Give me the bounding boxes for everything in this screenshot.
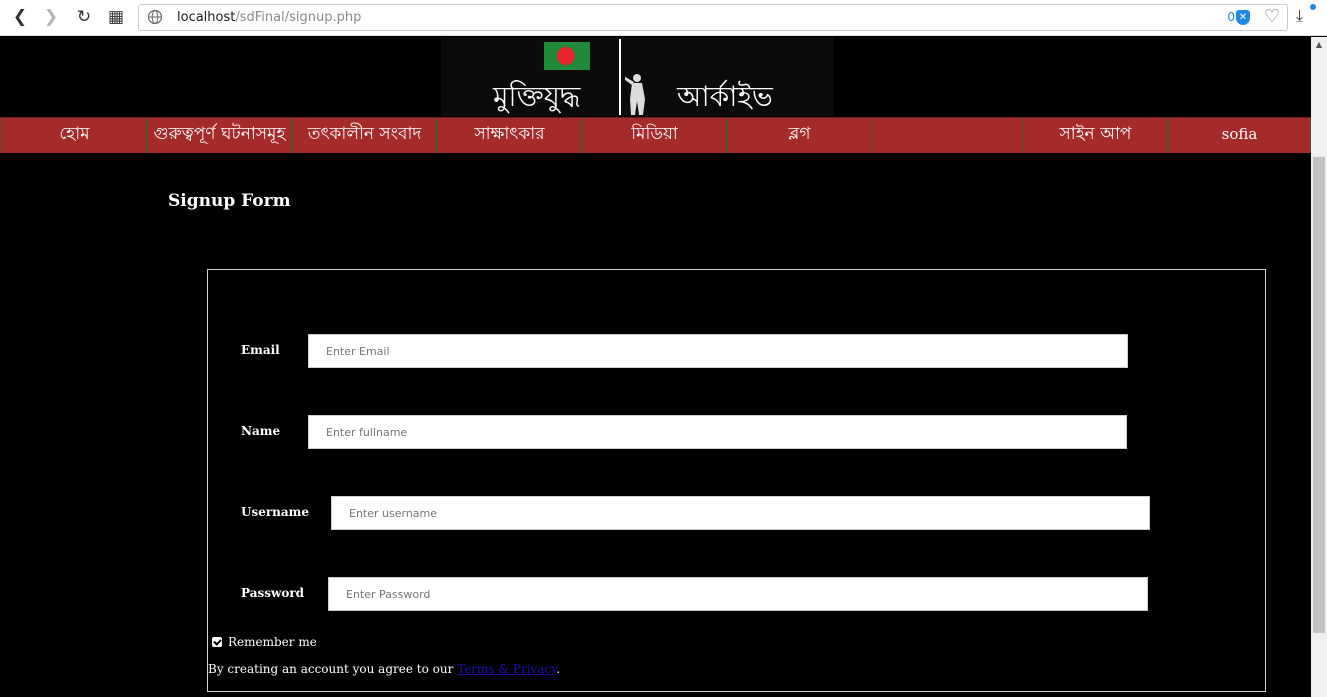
reload-icon[interactable]: ↻: [73, 6, 95, 28]
menu-item-signup[interactable]: সাইন আপ: [1023, 118, 1168, 153]
email-label: Email: [241, 343, 280, 357]
terms-privacy-link[interactable]: Terms & Privacy: [457, 662, 556, 676]
bangladesh-flag-icon: [544, 42, 590, 70]
extension-count: 0: [1227, 10, 1235, 24]
main-menu: হোম গুরুত্বপূর্ণ ঘটনাসমূহ তৎকালীন সংবাদ …: [0, 117, 1311, 153]
flagpole: [619, 39, 621, 115]
signup-form: Email Name Username Password Remember me…: [207, 269, 1266, 692]
shield-icon[interactable]: ✕: [1236, 10, 1250, 25]
menu-item-home[interactable]: হোম: [2, 118, 147, 153]
banner-title-right: আর্কাইভ: [677, 80, 773, 113]
scroll-up-icon[interactable]: ▲: [1311, 37, 1327, 53]
back-icon[interactable]: ❮: [9, 6, 31, 28]
username-label: Username: [241, 505, 310, 519]
menu-item-contemporary-news[interactable]: তৎকালীন সংবাদ: [292, 118, 437, 153]
address-bar[interactable]: localhost/sdFinal/signup.php 0 ✕ ♡: [138, 4, 1288, 31]
url-path: /sdFinal/signup.php: [235, 10, 362, 25]
url-host: localhost: [177, 10, 236, 25]
name-field[interactable]: [308, 415, 1127, 449]
menu-item-interviews[interactable]: সাক্ষাৎকার: [437, 118, 582, 153]
terms-prefix: By creating an account you agree to our: [208, 662, 458, 676]
scroll-thumb[interactable]: [1313, 157, 1325, 633]
tabs-grid-icon[interactable]: ▦: [105, 6, 127, 28]
name-label: Name: [241, 424, 281, 438]
browser-toolbar: ❮ ❯ ↻ ▦ localhost/sdFinal/signup.php 0 ✕…: [0, 0, 1327, 36]
globe-icon: [147, 9, 163, 25]
banner-title-left: মুক্তিযুদ্ধ: [493, 80, 581, 113]
remember-me-checkbox[interactable]: [212, 637, 222, 647]
terms-suffix: .: [556, 662, 561, 676]
menu-item-blog[interactable]: ব্লগ: [727, 118, 872, 153]
page-title: Signup Form: [168, 191, 291, 211]
menu-item-user[interactable]: sofia: [1168, 118, 1311, 153]
menu-item-media[interactable]: মিডিয়া: [582, 118, 727, 153]
username-field[interactable]: [331, 496, 1150, 530]
password-label: Password: [241, 586, 305, 600]
download-badge: [1310, 4, 1316, 10]
remember-me-row: Remember me: [212, 635, 317, 649]
download-icon[interactable]: ⤓: [1296, 6, 1303, 26]
url-text: localhost/sdFinal/signup.php: [177, 10, 361, 25]
menu-item-important-events[interactable]: গুরুত্বপূর্ণ ঘটনাসমূহ: [147, 118, 292, 153]
password-field[interactable]: [328, 577, 1148, 611]
forward-icon[interactable]: ❯: [40, 6, 62, 28]
email-field[interactable]: [308, 334, 1128, 368]
terms-notice: By creating an account you agree to our …: [208, 662, 560, 676]
flag-red-disc: [557, 47, 575, 65]
heart-icon[interactable]: ♡: [1264, 6, 1280, 27]
remember-me-label: Remember me: [228, 635, 317, 649]
freedom-fighter-silhouette-icon: [625, 74, 645, 115]
scrollbar[interactable]: ▲: [1311, 37, 1327, 697]
site-banner: মুক্তিযুদ্ধ আর্কাইভ: [441, 37, 834, 116]
